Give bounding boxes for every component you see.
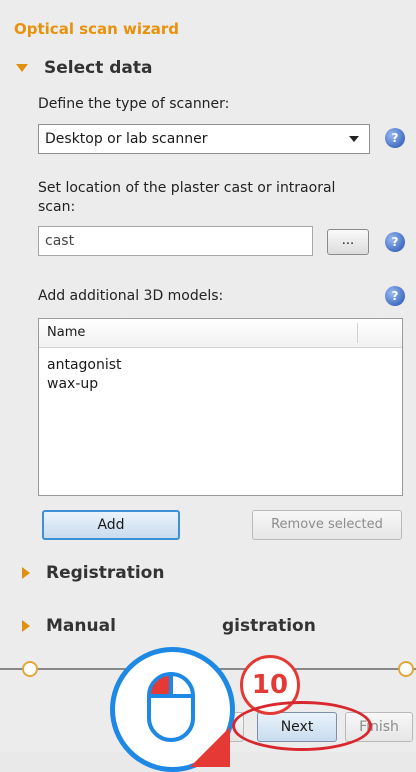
section-manual-registration-right[interactable]: gistration [222, 616, 316, 636]
timeline-step-dot [398, 661, 414, 677]
table-row[interactable]: antagonist [47, 357, 122, 373]
timeline-step-dot [22, 661, 38, 677]
chevron-down-icon [349, 136, 359, 142]
expand-arrow-icon[interactable] [22, 567, 30, 579]
section-manual-registration-left[interactable]: Manual [46, 616, 116, 636]
browse-button[interactable]: ... [327, 229, 369, 255]
section-select-data[interactable]: Select data [44, 58, 153, 78]
models-label: Add additional 3D models: [38, 288, 224, 304]
expand-arrow-icon[interactable] [22, 620, 30, 632]
remove-selected-button[interactable]: Remove selected [252, 510, 402, 540]
location-input[interactable]: cast [38, 226, 313, 256]
column-separator [357, 323, 358, 343]
scanner-type-select[interactable]: Desktop or lab scanner [38, 124, 370, 154]
location-label-line1: Set location of the plaster cast or intr… [38, 180, 336, 196]
models-table[interactable]: Name antagonist wax-up [38, 318, 403, 496]
highlight-ring [232, 701, 372, 751]
add-button[interactable]: Add [42, 510, 180, 540]
expand-arrow-icon[interactable] [16, 64, 28, 72]
wizard-title: Optical scan wizard [14, 20, 180, 38]
table-header[interactable]: Name [39, 319, 402, 348]
help-icon[interactable]: ? [385, 232, 405, 252]
section-registration[interactable]: Registration [46, 563, 164, 583]
column-header-name[interactable]: Name [47, 325, 85, 340]
scanner-type-label: Define the type of scanner: [38, 96, 230, 112]
mouse-click-callout [110, 647, 235, 772]
location-label-line2: scan: [38, 199, 76, 215]
help-icon[interactable]: ? [385, 128, 405, 148]
table-row[interactable]: wax-up [47, 376, 98, 392]
location-input-value: cast [45, 233, 75, 249]
scanner-type-value: Desktop or lab scanner [45, 131, 208, 147]
mouse-icon [147, 672, 230, 767]
help-icon[interactable]: ? [385, 286, 405, 306]
